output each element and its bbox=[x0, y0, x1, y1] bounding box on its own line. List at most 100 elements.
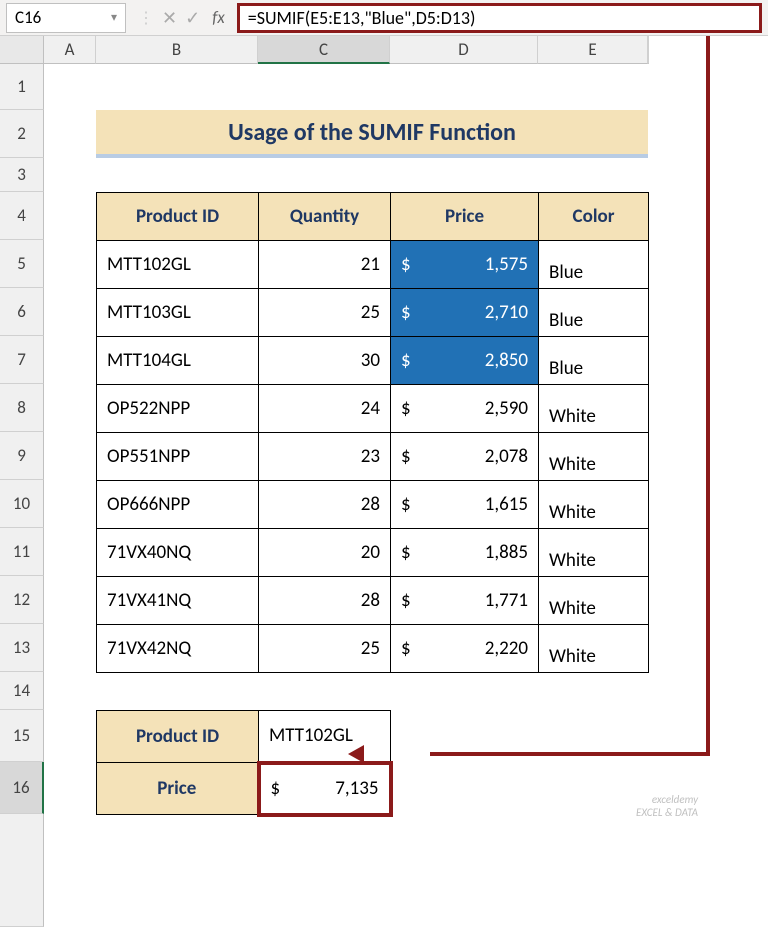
cell-price[interactable]: $2,220 bbox=[391, 625, 539, 673]
cell-quantity[interactable]: 30 bbox=[259, 337, 391, 385]
cell-quantity[interactable]: 21 bbox=[259, 241, 391, 289]
cell-price[interactable]: $2,710 bbox=[391, 289, 539, 337]
row-header-1[interactable]: 1 bbox=[0, 64, 44, 110]
row-header-4[interactable]: 4 bbox=[0, 192, 44, 240]
row-header-filler bbox=[0, 814, 44, 927]
table-row: MTT104GL30$2,850Blue bbox=[97, 337, 649, 385]
cell-price[interactable]: $1,575 bbox=[391, 241, 539, 289]
cell-quantity[interactable]: 20 bbox=[259, 529, 391, 577]
name-box-bar: C16 ▾ ⋮ ✕ ✓ fx =SUMIF(E5:E13,"Blue",D5:D… bbox=[0, 0, 768, 36]
separator-icon: ⋮ bbox=[138, 8, 154, 28]
cell-product[interactable]: 71VX41NQ bbox=[97, 577, 259, 625]
col-header-B[interactable]: B bbox=[96, 36, 258, 64]
cell-product[interactable]: MTT104GL bbox=[97, 337, 259, 385]
price-amount: 1,885 bbox=[411, 541, 528, 564]
dollar-sign: $ bbox=[401, 445, 411, 468]
result-price-value: 7,135 bbox=[280, 777, 378, 800]
cell-color[interactable]: White bbox=[539, 577, 649, 625]
cell-product[interactable]: MTT102GL bbox=[97, 241, 259, 289]
spreadsheet-grid: ABCDE 12345678910111213141516 Usage of t… bbox=[0, 36, 768, 927]
confirm-icon[interactable]: ✓ bbox=[185, 7, 200, 29]
table-row: OP551NPP23$2,078White bbox=[97, 433, 649, 481]
row-header-14[interactable]: 14 bbox=[0, 672, 44, 710]
result-product-value[interactable]: MTT102GL bbox=[259, 711, 391, 763]
name-box[interactable]: C16 ▾ bbox=[6, 3, 126, 33]
cell-color[interactable]: White bbox=[539, 529, 649, 577]
watermark: exceldemy EXCEL & DATA bbox=[636, 793, 698, 819]
cell-product[interactable]: 71VX40NQ bbox=[97, 529, 259, 577]
price-amount: 2,590 bbox=[411, 397, 528, 420]
cell-color[interactable]: White bbox=[539, 481, 649, 529]
cell-product[interactable]: OP551NPP bbox=[97, 433, 259, 481]
result-price-cell[interactable]: $ 7,135 bbox=[259, 763, 391, 815]
col-header-E[interactable]: E bbox=[538, 36, 648, 64]
cell-price[interactable]: $2,590 bbox=[391, 385, 539, 433]
row-header-8[interactable]: 8 bbox=[0, 384, 44, 432]
formula-text: =SUMIF(E5:E13,"Blue",D5:D13) bbox=[248, 7, 476, 29]
cell-color[interactable]: Blue bbox=[539, 337, 649, 385]
cell-price[interactable]: $1,885 bbox=[391, 529, 539, 577]
title-cell: Usage of the SUMIF Function bbox=[96, 110, 648, 158]
dropdown-icon[interactable]: ▾ bbox=[111, 10, 117, 25]
row-header-7[interactable]: 7 bbox=[0, 336, 44, 384]
table-row: MTT102GL21$1,575Blue bbox=[97, 241, 649, 289]
cell-color[interactable]: White bbox=[539, 385, 649, 433]
dollar-sign: $ bbox=[401, 637, 411, 660]
cell-quantity[interactable]: 28 bbox=[259, 481, 391, 529]
col-header-A[interactable]: A bbox=[44, 36, 96, 64]
table-row: OP666NPP28$1,615White bbox=[97, 481, 649, 529]
dollar-sign: $ bbox=[401, 589, 411, 612]
cell-quantity[interactable]: 25 bbox=[259, 289, 391, 337]
row-header-16[interactable]: 16 bbox=[0, 762, 44, 814]
row-header-15[interactable]: 15 bbox=[0, 710, 44, 762]
cell-product[interactable]: MTT103GL bbox=[97, 289, 259, 337]
row-header-6[interactable]: 6 bbox=[0, 288, 44, 336]
cell-price[interactable]: $2,078 bbox=[391, 433, 539, 481]
dollar-sign: $ bbox=[401, 349, 411, 372]
dollar-sign: $ bbox=[401, 301, 411, 324]
col-header-C[interactable]: C bbox=[258, 36, 390, 64]
fx-icon[interactable]: fx bbox=[212, 7, 225, 28]
row-header-10[interactable]: 10 bbox=[0, 480, 44, 528]
cells-area[interactable]: Usage of the SUMIF Function Product ID Q… bbox=[44, 64, 768, 927]
cell-product[interactable]: OP666NPP bbox=[97, 481, 259, 529]
cell-price[interactable]: $2,850 bbox=[391, 337, 539, 385]
price-amount: 2,850 bbox=[411, 349, 528, 372]
row-header-13[interactable]: 13 bbox=[0, 624, 44, 672]
header-color: Color bbox=[539, 193, 649, 241]
cell-color[interactable]: Blue bbox=[539, 241, 649, 289]
dollar-sign: $ bbox=[401, 493, 411, 516]
cell-color[interactable]: White bbox=[539, 433, 649, 481]
row-header-12[interactable]: 12 bbox=[0, 576, 44, 624]
cancel-icon[interactable]: ✕ bbox=[162, 7, 177, 29]
row-header-11[interactable]: 11 bbox=[0, 528, 44, 576]
result-row-product: Product ID MTT102GL bbox=[97, 711, 391, 763]
formula-controls: ⋮ ✕ ✓ fx bbox=[132, 7, 231, 29]
row-header-9[interactable]: 9 bbox=[0, 432, 44, 480]
cell-quantity[interactable]: 25 bbox=[259, 625, 391, 673]
row-header-3[interactable]: 3 bbox=[0, 158, 44, 192]
data-table: Product ID Quantity Price Color MTT102GL… bbox=[96, 192, 649, 673]
formula-bar[interactable]: =SUMIF(E5:E13,"Blue",D5:D13) bbox=[237, 3, 762, 33]
cell-product[interactable]: OP522NPP bbox=[97, 385, 259, 433]
table-row: OP522NPP24$2,590White bbox=[97, 385, 649, 433]
price-amount: 2,220 bbox=[411, 637, 528, 660]
select-all-corner[interactable] bbox=[0, 36, 44, 64]
row-header-2[interactable]: 2 bbox=[0, 110, 44, 158]
price-amount: 1,615 bbox=[411, 493, 528, 516]
dollar-sign: $ bbox=[401, 397, 411, 420]
cell-color[interactable]: White bbox=[539, 625, 649, 673]
cell-quantity[interactable]: 23 bbox=[259, 433, 391, 481]
result-label-price: Price bbox=[97, 763, 259, 815]
cell-product[interactable]: 71VX42NQ bbox=[97, 625, 259, 673]
cell-price[interactable]: $1,771 bbox=[391, 577, 539, 625]
result-row-price: Price $ 7,135 bbox=[97, 763, 391, 815]
row-header-5[interactable]: 5 bbox=[0, 240, 44, 288]
annotation-arrow-horizontal bbox=[430, 752, 710, 756]
cell-quantity[interactable]: 28 bbox=[259, 577, 391, 625]
col-header-D[interactable]: D bbox=[390, 36, 538, 64]
cell-price[interactable]: $1,615 bbox=[391, 481, 539, 529]
result-label-product: Product ID bbox=[97, 711, 259, 763]
cell-quantity[interactable]: 24 bbox=[259, 385, 391, 433]
cell-color[interactable]: Blue bbox=[539, 289, 649, 337]
